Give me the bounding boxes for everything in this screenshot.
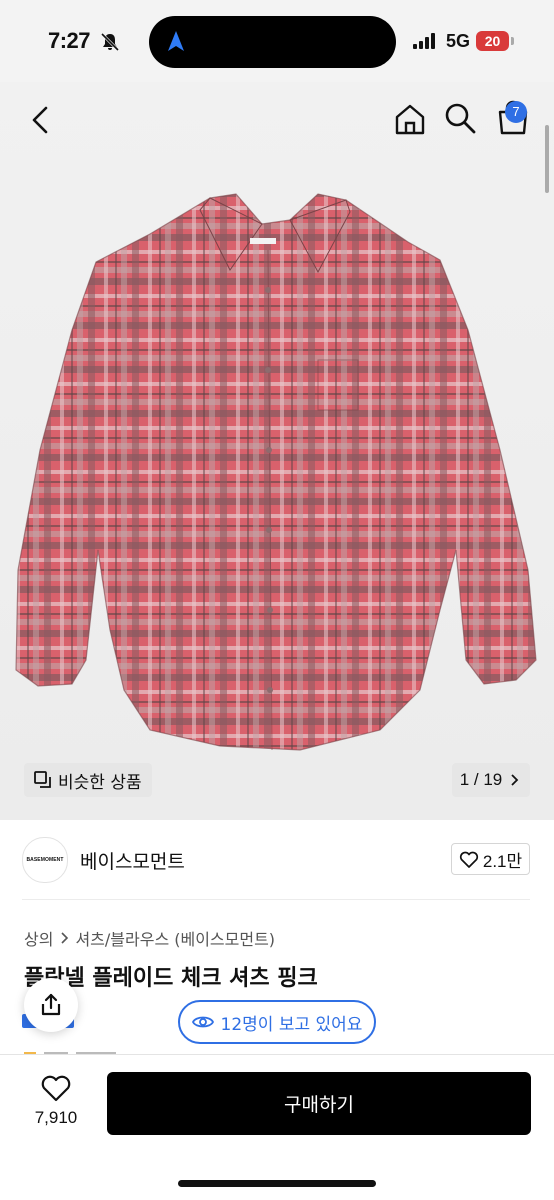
navigation-arrow-icon bbox=[166, 30, 186, 56]
heart-outline-icon bbox=[459, 851, 478, 868]
scroll-indicator bbox=[545, 125, 549, 193]
battery-icon: 20 bbox=[476, 31, 509, 51]
share-icon bbox=[41, 993, 61, 1016]
chevron-right-icon bbox=[59, 929, 69, 948]
breadcrumb: 상의 셔츠/블라우스 (베이스모먼트) bbox=[24, 926, 275, 950]
buy-button[interactable]: 구매하기 bbox=[107, 1072, 531, 1135]
eye-icon bbox=[191, 1016, 214, 1028]
dynamic-island bbox=[149, 16, 396, 68]
brand-logo[interactable]: BASEMOMENT bbox=[22, 837, 68, 883]
brand-like-count: 2.1만 bbox=[482, 851, 523, 871]
home-indicator bbox=[178, 1180, 376, 1187]
breadcrumb-item-top[interactable]: 상의 bbox=[24, 926, 53, 950]
home-icon[interactable] bbox=[393, 102, 427, 140]
heart-icon[interactable] bbox=[40, 1074, 72, 1106]
chevron-right-icon bbox=[511, 774, 519, 786]
similar-products-button[interactable]: 비슷한 상품 bbox=[24, 763, 152, 797]
breadcrumb-item-shirts[interactable]: 셔츠/블라우스 (베이스모먼트) bbox=[75, 926, 275, 950]
brand-like-button[interactable]: 2.1만 bbox=[451, 843, 530, 875]
battery-tip bbox=[511, 37, 514, 45]
brand-name[interactable]: 베이스모먼트 bbox=[80, 847, 185, 874]
similar-icon bbox=[34, 771, 51, 788]
like-count: 7,910 bbox=[34, 1108, 78, 1127]
back-button[interactable] bbox=[22, 100, 56, 144]
page-indicator: 1 / 19 bbox=[459, 770, 503, 789]
similar-products-label: 비슷한 상품 bbox=[58, 772, 142, 793]
status-time: 7:27 bbox=[48, 28, 91, 53]
viewers-count-label: 12명이 보고 있어요 bbox=[220, 1014, 363, 1035]
brand-logo-text: BASEMOMENT bbox=[26, 857, 64, 863]
cart-count-badge: 7 bbox=[505, 101, 527, 123]
viewers-count-pill: 12명이 보고 있어요 bbox=[178, 1000, 376, 1044]
search-icon[interactable] bbox=[444, 102, 476, 138]
divider bbox=[22, 899, 530, 900]
image-pager[interactable]: 1 / 19 bbox=[452, 763, 530, 797]
product-shirt-image[interactable] bbox=[0, 190, 554, 760]
share-button[interactable] bbox=[24, 978, 78, 1032]
network-type: 5G bbox=[446, 31, 471, 51]
signal-icon bbox=[413, 33, 439, 53]
bell-muted-icon bbox=[100, 32, 120, 56]
